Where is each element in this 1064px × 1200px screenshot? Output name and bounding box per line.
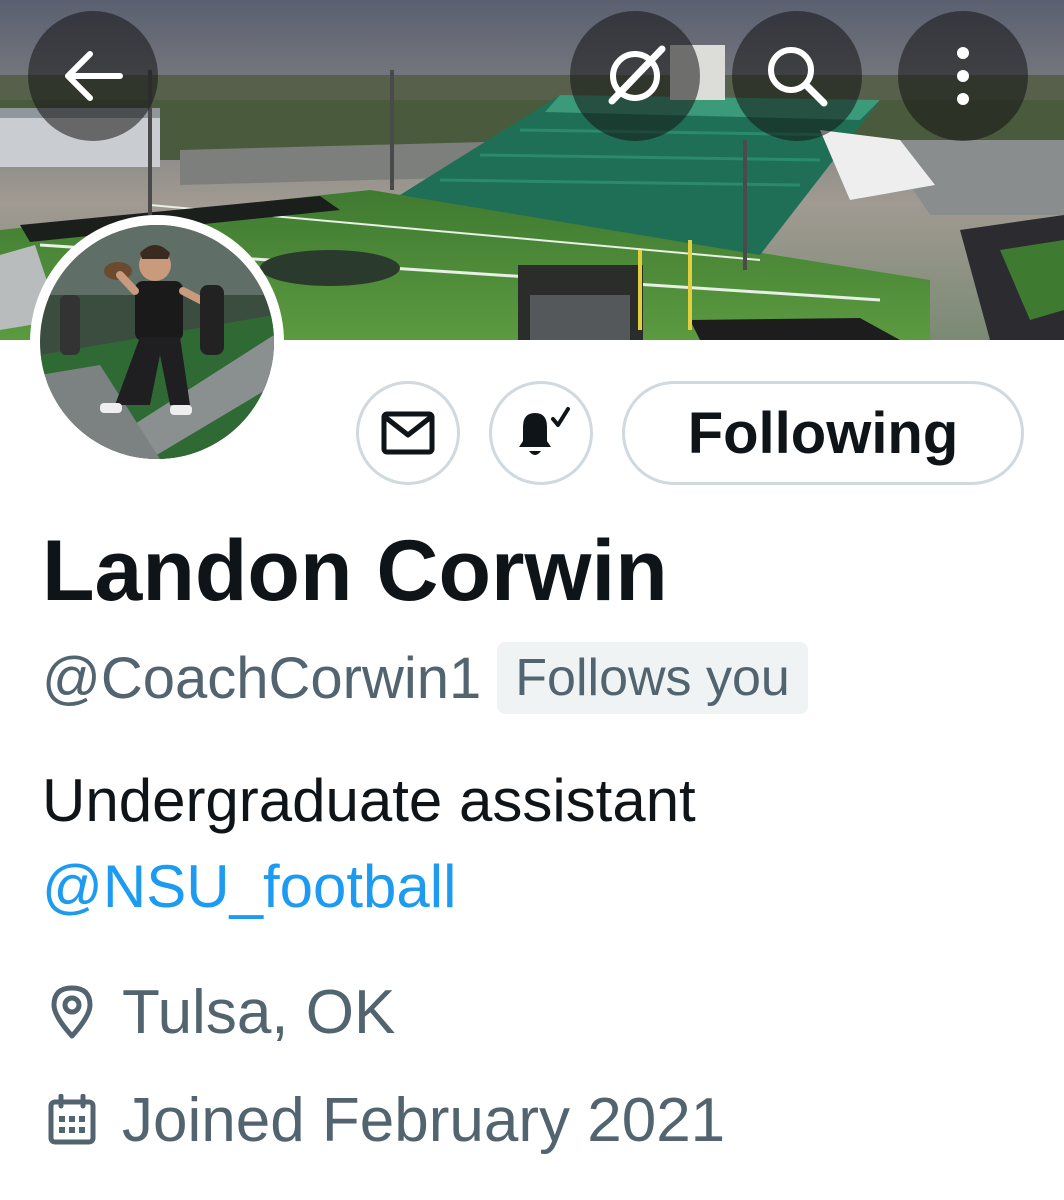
bio-text: Undergraduate assistant (42, 767, 696, 834)
follows-you-badge: Follows you (497, 642, 808, 714)
search-icon (768, 47, 828, 107)
more-options-button[interactable] (898, 11, 1028, 141)
arrow-left-icon (65, 51, 123, 101)
display-name: Landon Corwin (42, 523, 668, 619)
back-button[interactable] (28, 11, 158, 141)
following-button[interactable]: Following (622, 381, 1024, 485)
message-button[interactable] (356, 381, 460, 485)
grok-icon (608, 45, 666, 105)
grok-button[interactable] (570, 11, 700, 141)
user-handle: @CoachCorwin1 (42, 645, 482, 711)
location-pin-icon (42, 982, 102, 1042)
envelope-icon (381, 411, 435, 455)
notifications-button[interactable] (489, 381, 593, 485)
bell-check-icon (519, 407, 570, 455)
avatar-image (40, 225, 274, 459)
handle-row: @CoachCorwin1 Follows you (42, 640, 808, 716)
location-row: Tulsa, OK (42, 972, 395, 1052)
profile-page: Following Landon Corwin @CoachCorwin1 Fo… (0, 0, 1064, 1200)
joined-text: Joined February 2021 (122, 1085, 726, 1155)
search-button[interactable] (732, 11, 862, 141)
avatar[interactable] (30, 215, 284, 469)
location-text: Tulsa, OK (122, 977, 396, 1047)
more-vertical-icon (957, 47, 969, 105)
bio: Undergraduate assistant @NSU_football (42, 758, 696, 930)
calendar-icon (42, 1090, 102, 1150)
joined-row: Joined February 2021 (42, 1080, 725, 1160)
bio-mention-link[interactable]: @NSU_football (42, 844, 696, 930)
